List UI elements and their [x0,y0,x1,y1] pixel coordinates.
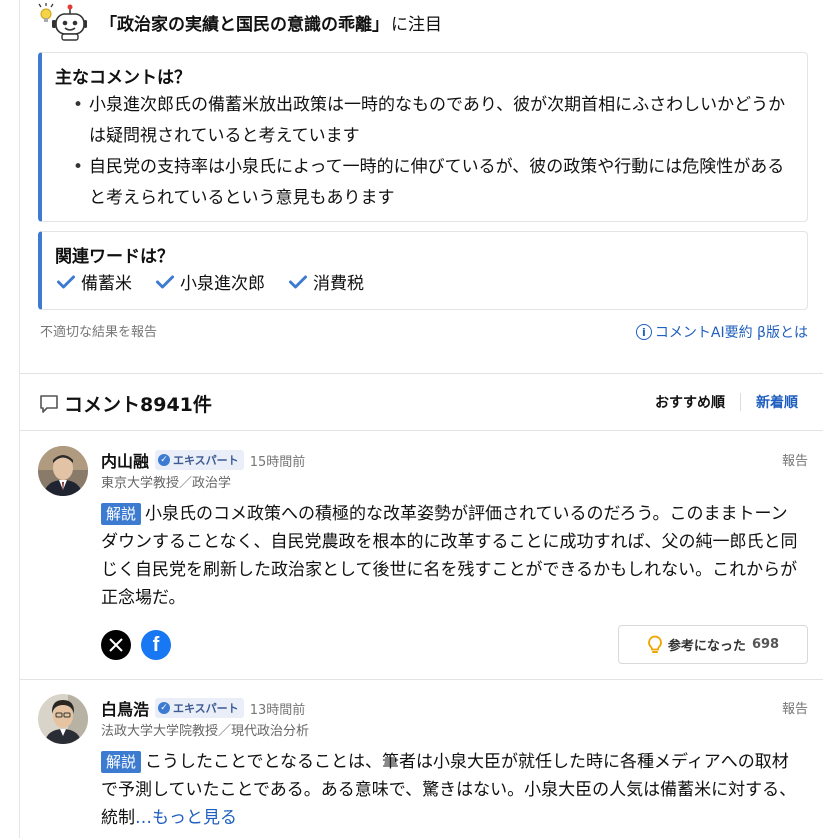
commentary-tag: 解説 [101,751,142,773]
verified-check-icon: ✓ [158,702,171,714]
commenter-name[interactable]: 白鳥浩 [101,696,149,720]
comments-header: コメント8941件 [38,390,212,417]
comment-body: 解説 小泉氏のコメ政策への積極的な改革姿勢が評価されているのだろう。このままトーン… [101,500,798,612]
report-link[interactable]: 報告 [782,698,808,717]
sort-options: おすすめ順 新着順 [655,392,798,412]
commenter-name[interactable]: 内山融 [101,448,149,472]
comment-meta: 白鳥浩 ✓ エキスパート 13時間前 [101,696,305,720]
about-ai-summary-link[interactable]: i コメントAI要約 β版とは [635,322,808,342]
related-word-label: 消費税 [313,274,364,294]
related-word-item[interactable]: 備蓄米 [57,269,132,294]
comment-time: 15時間前 [249,454,306,470]
related-words-list: 備蓄米 小泉進次郎 消費税 [55,269,795,294]
commenter-affiliation: 法政大学大学院教授／現代政治分析 [101,724,310,739]
share-buttons: f [101,630,171,660]
left-border-line [19,0,20,838]
comment-text: 小泉氏のコメ政策への積極的な改革姿勢が評価されているのだろう。このままトーンダウ… [101,504,798,608]
avatar[interactable] [38,694,88,744]
main-comment-item: 小泉進次郎氏の備蓄米放出政策は一時的なものであり、彼が次期首相にふさわしいかどう… [73,90,795,152]
related-word-label: 小泉進次郎 [180,274,265,294]
helpful-button[interactable]: 参考になった 698 [618,625,808,664]
comments-count-title: コメント8941件 [64,394,212,416]
helpful-count: 698 [751,637,780,652]
check-icon [156,275,174,288]
ai-summary-quote: 「政治家の実績と国民の意識の乖離」 [100,14,389,35]
about-ai-summary-label: コメントAI要約 β版とは [654,325,808,341]
main-comments-title: 主なコメントは？ [55,68,191,88]
avatar[interactable] [38,446,88,496]
report-result-link[interactable]: 不適切な結果を報告 [40,321,157,340]
comment-body: 解説 こうしたことでとなることは、筆者は小泉大臣が就任した時に各種メディアへの取材… [101,748,798,832]
lightbulb-icon [648,635,662,653]
show-more-link[interactable]: …もっと見る [135,808,237,828]
related-word-item[interactable]: 消費税 [289,269,364,294]
ai-summary-header: 「政治家の実績と国民の意識の乖離」 に注目 [38,2,442,42]
ai-summary-suffix: に注目 [391,14,442,35]
related-word-item[interactable]: 小泉進次郎 [156,269,265,294]
sort-recommended[interactable]: おすすめ順 [655,392,725,412]
related-words-card: 関連ワードは？ 備蓄米 小泉進次郎 消費税 [38,231,808,310]
expert-badge: ✓ エキスパート [155,698,244,718]
commenter-affiliation: 東京大学教授／政治学 [101,476,232,491]
info-icon: i [635,324,652,340]
divider [20,679,823,680]
comment-meta: 内山融 ✓ エキスパート 15時間前 [101,448,305,472]
facebook-share-icon[interactable]: f [141,630,171,660]
related-word-label: 備蓄米 [81,274,132,294]
main-comment-item: 自民党の支持率は小泉氏によって一時的に伸びているが、彼の政策や行動には危険性があ… [73,152,795,214]
divider [20,373,823,374]
sort-divider [740,393,741,411]
main-comments-list: 小泉進次郎氏の備蓄米放出政策は一時的なものであり、彼が次期首相にふさわしいかどう… [55,90,795,214]
sort-newest[interactable]: 新着順 [756,392,798,412]
verified-check-icon: ✓ [158,454,171,466]
check-icon [57,275,75,288]
speech-bubble-icon [40,394,58,413]
expert-badge-label: エキスパート [173,702,239,715]
report-link[interactable]: 報告 [782,450,808,469]
main-comments-card: 主なコメントは？ 小泉進次郎氏の備蓄米放出政策は一時的なものであり、彼が次期首相… [38,52,808,222]
expert-badge-label: エキスパート [173,454,239,467]
divider [20,430,823,431]
expert-badge: ✓ エキスパート [155,450,244,470]
x-share-icon[interactable] [101,630,131,660]
commentary-tag: 解説 [101,503,142,525]
check-icon [289,275,307,288]
related-words-title: 関連ワードは？ [55,247,174,267]
helpful-label: 参考になった [667,639,746,654]
robot-icon [38,2,88,42]
comment-time: 13時間前 [249,702,306,718]
ai-summary-title: 「政治家の実績と国民の意識の乖離」 に注目 [100,10,442,35]
